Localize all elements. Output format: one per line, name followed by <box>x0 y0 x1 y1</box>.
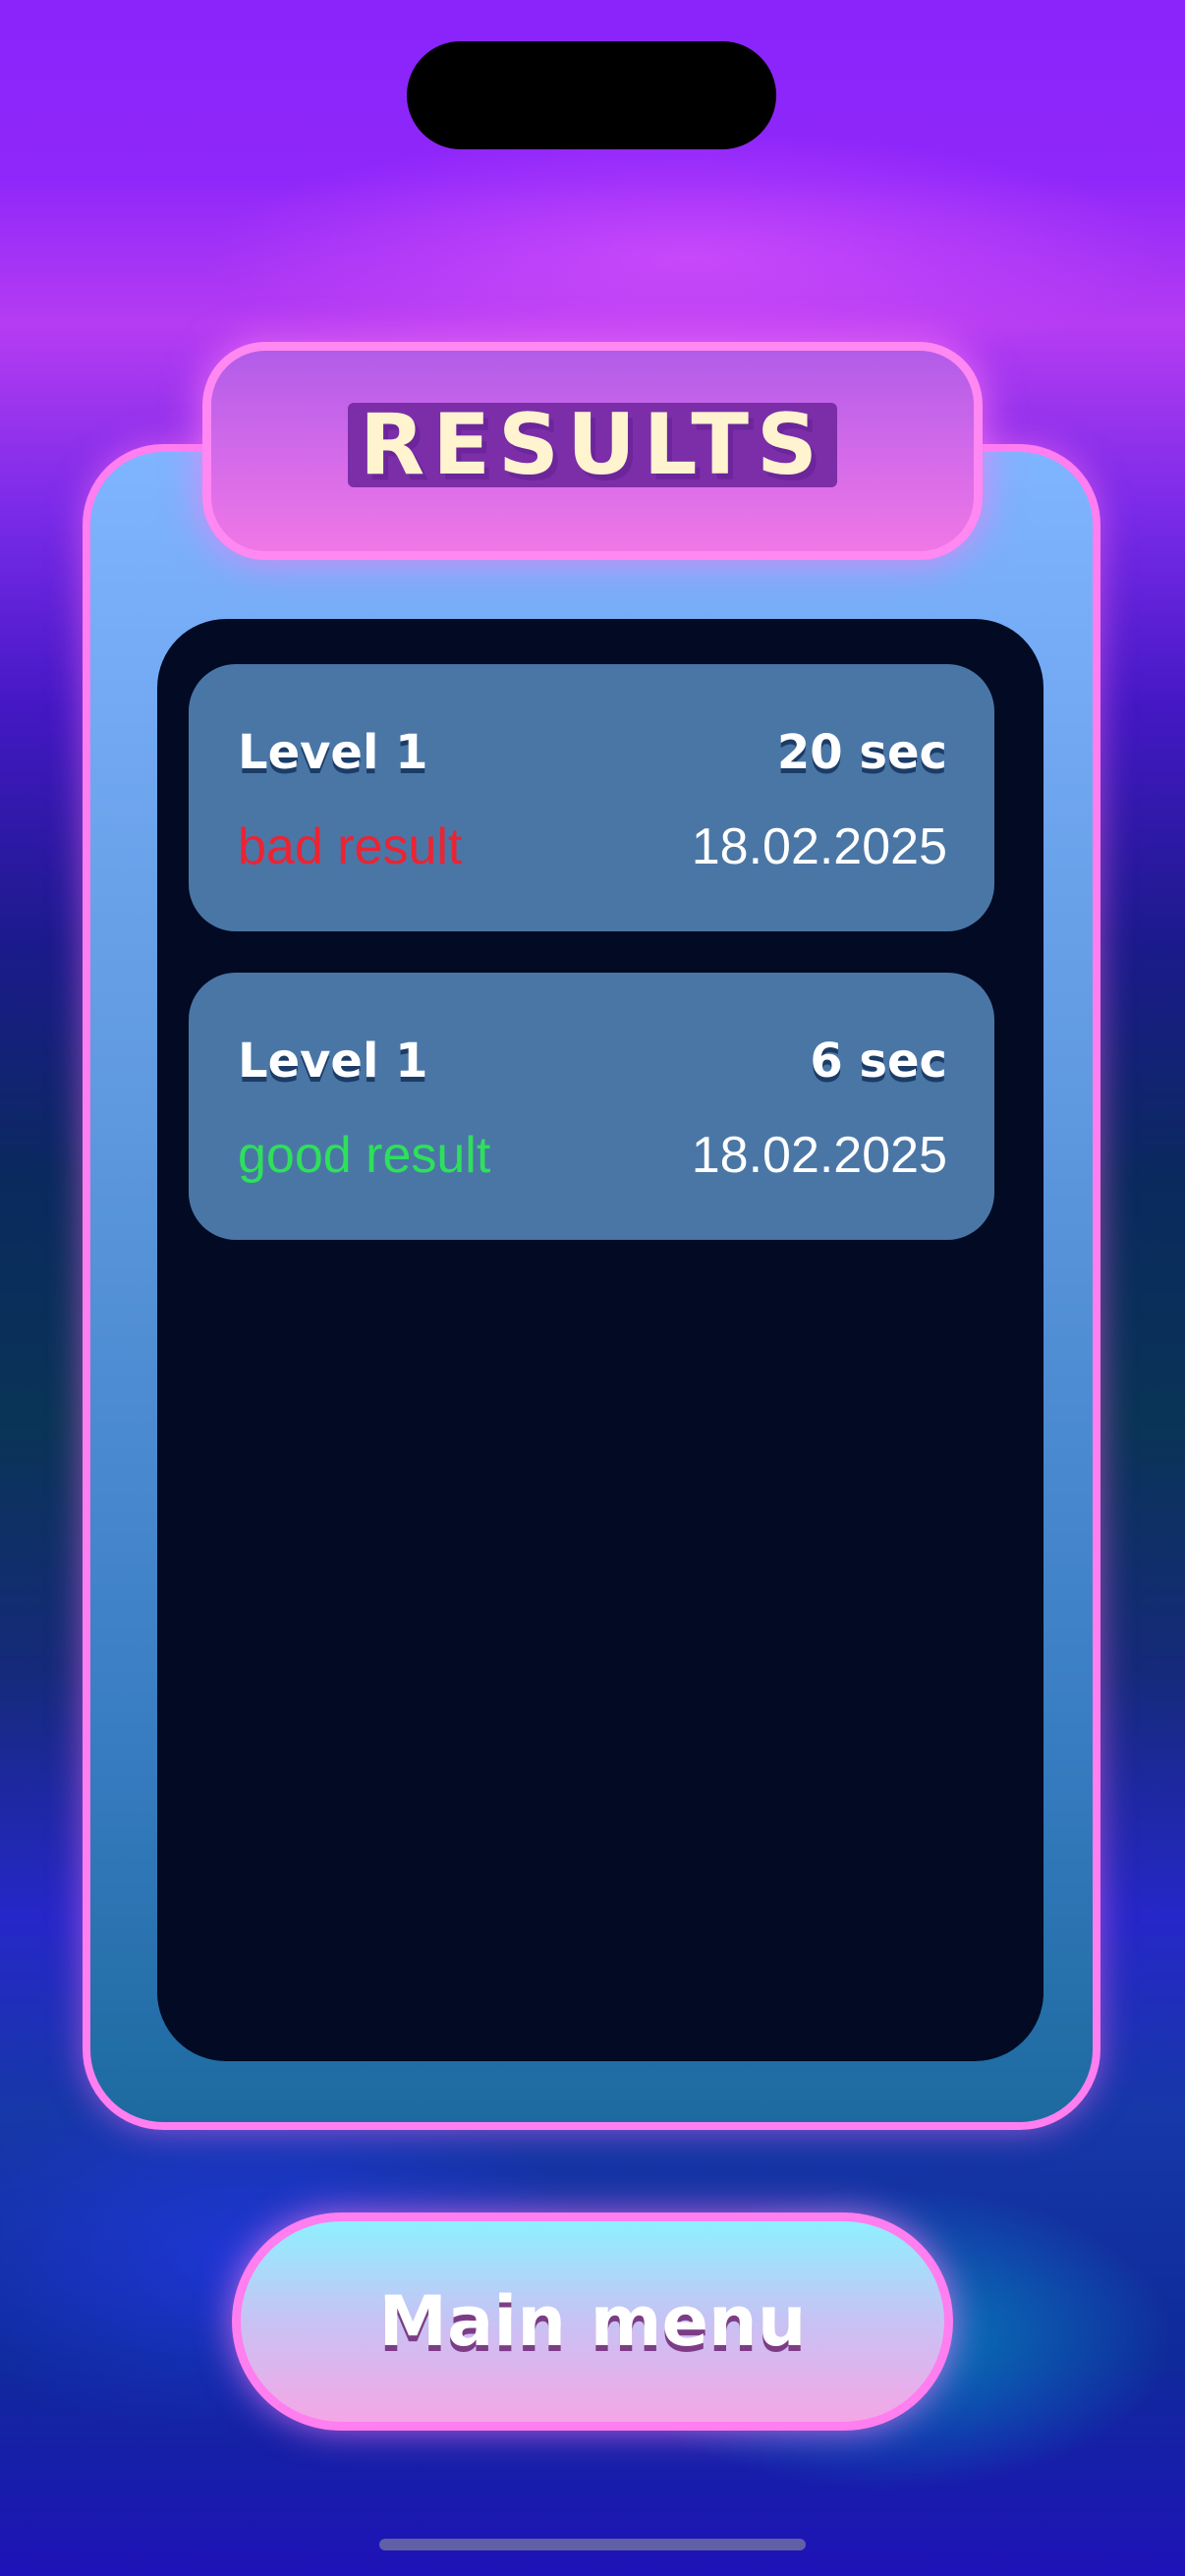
results-header: RESULTS <box>202 342 983 560</box>
result-row: Level 1 20 sec bad result 18.02.2025 <box>189 664 994 931</box>
result-verdict: bad result <box>238 818 463 875</box>
result-verdict: good result <box>238 1127 491 1184</box>
home-indicator[interactable] <box>379 2539 806 2550</box>
result-row: Level 1 6 sec good result 18.02.2025 <box>189 973 994 1240</box>
page-title: RESULTS <box>348 403 837 487</box>
time-value: 6 sec <box>810 1034 947 1089</box>
main-menu-label: Main menu <box>378 2281 807 2362</box>
dynamic-island <box>407 41 776 149</box>
result-date: 18.02.2025 <box>691 818 947 875</box>
result-date: 18.02.2025 <box>691 1127 947 1184</box>
level-label: Level 1 <box>238 1034 428 1089</box>
time-value: 20 sec <box>776 725 947 780</box>
main-menu-button[interactable]: Main menu <box>232 2212 953 2431</box>
level-label: Level 1 <box>238 725 428 780</box>
